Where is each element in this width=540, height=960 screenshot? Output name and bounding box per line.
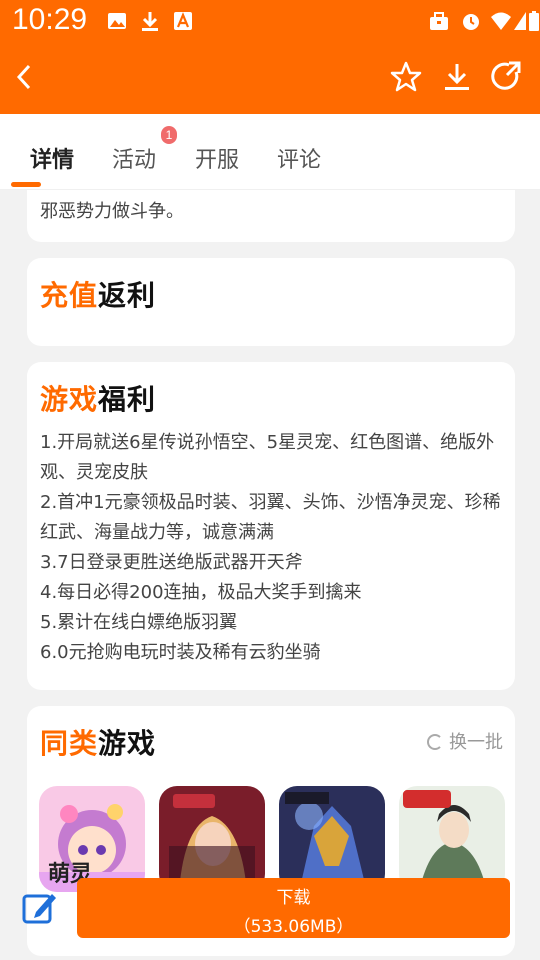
game-icon-3[interactable]	[279, 786, 385, 892]
benefit-item: 4.每日必得200连抽，极品大奖手到擒来	[40, 582, 362, 603]
similar-title-rest: 游戏	[98, 727, 157, 760]
recharge-title-rest: 返利	[98, 279, 157, 312]
tab-bar: 详情 活动 1 开服 评论	[0, 114, 540, 190]
battery-icon	[529, 11, 539, 31]
recharge-title-highlight: 充值	[40, 279, 99, 312]
refresh-label: 换一批	[449, 732, 503, 753]
similar-games-title: 同类游戏	[40, 722, 156, 762]
benefit-item: 5.累计在线白嫖绝版羽翼	[40, 612, 238, 633]
star-icon[interactable]	[389, 60, 423, 94]
welfare-card: 游戏福利 1.开局就送6星传说孙悟空、5星灵宠、红色图谱、绝版外观、灵宠皮肤 2…	[27, 362, 515, 690]
edit-comment-icon[interactable]	[22, 890, 58, 924]
similar-title-highlight: 同类	[40, 727, 99, 760]
active-tab-indicator	[11, 182, 41, 187]
ancient-scholar-icon	[399, 786, 505, 892]
wifi-icon	[491, 12, 511, 30]
tab-comments[interactable]: 评论	[277, 142, 321, 174]
welfare-title: 游戏福利	[40, 378, 156, 418]
tab-activities[interactable]: 活动	[112, 142, 156, 174]
back-chevron-left-icon[interactable]	[8, 60, 42, 94]
download-status-icon	[142, 12, 158, 31]
benefit-item: 2.首冲1元豪领极品时装、羽翼、头饰、沙悟净灵宠、珍稀红武、海量战力等，诚意满满	[40, 492, 501, 543]
benefit-item: 3.7日登录更胜送绝版武器开天斧	[40, 552, 303, 573]
game-icon-4[interactable]	[399, 786, 505, 892]
status-time: 10:29	[12, 3, 88, 36]
benefit-list: 1.开局就送6星传说孙悟空、5星灵宠、红色图谱、绝版外观、灵宠皮肤 2.首冲1元…	[40, 428, 505, 668]
armored-warrior-icon	[279, 786, 385, 892]
activities-badge: 1	[161, 126, 177, 144]
action-bar	[0, 44, 540, 114]
font-icon	[174, 12, 192, 30]
fantasy-heroine-icon	[159, 786, 265, 892]
refresh-icon	[427, 734, 443, 750]
share-icon[interactable]	[489, 60, 523, 94]
recharge-title: 充值返利	[40, 274, 156, 314]
image-icon	[108, 13, 126, 29]
app-header: 10:29	[0, 0, 540, 114]
download-button[interactable]: 下载 （533.06MB）	[77, 878, 510, 938]
intro-text: 邪恶势力做斗争。	[40, 201, 184, 222]
alarm-icon	[463, 14, 479, 30]
briefcase-icon	[430, 12, 448, 30]
download-icon[interactable]	[440, 60, 474, 94]
benefit-item: 1.开局就送6星传说孙悟空、5星灵宠、红色图谱、绝版外观、灵宠皮肤	[40, 432, 495, 483]
game-icon-2[interactable]	[159, 786, 265, 892]
status-bar: 10:29	[0, 0, 540, 44]
benefit-item: 6.0元抢购电玩时装及稀有云豹坐骑	[40, 642, 321, 663]
recharge-card: 充值返利	[27, 258, 515, 346]
tab-details[interactable]: 详情	[30, 142, 74, 174]
welfare-title-rest: 福利	[98, 383, 157, 416]
tab-servers[interactable]: 开服	[195, 142, 239, 174]
download-size: （533.06MB）	[233, 917, 354, 937]
welfare-title-highlight: 游戏	[40, 383, 99, 416]
download-label: 下载	[276, 888, 311, 908]
signal-icon	[514, 12, 526, 30]
refresh-button[interactable]: 换一批	[427, 728, 503, 754]
